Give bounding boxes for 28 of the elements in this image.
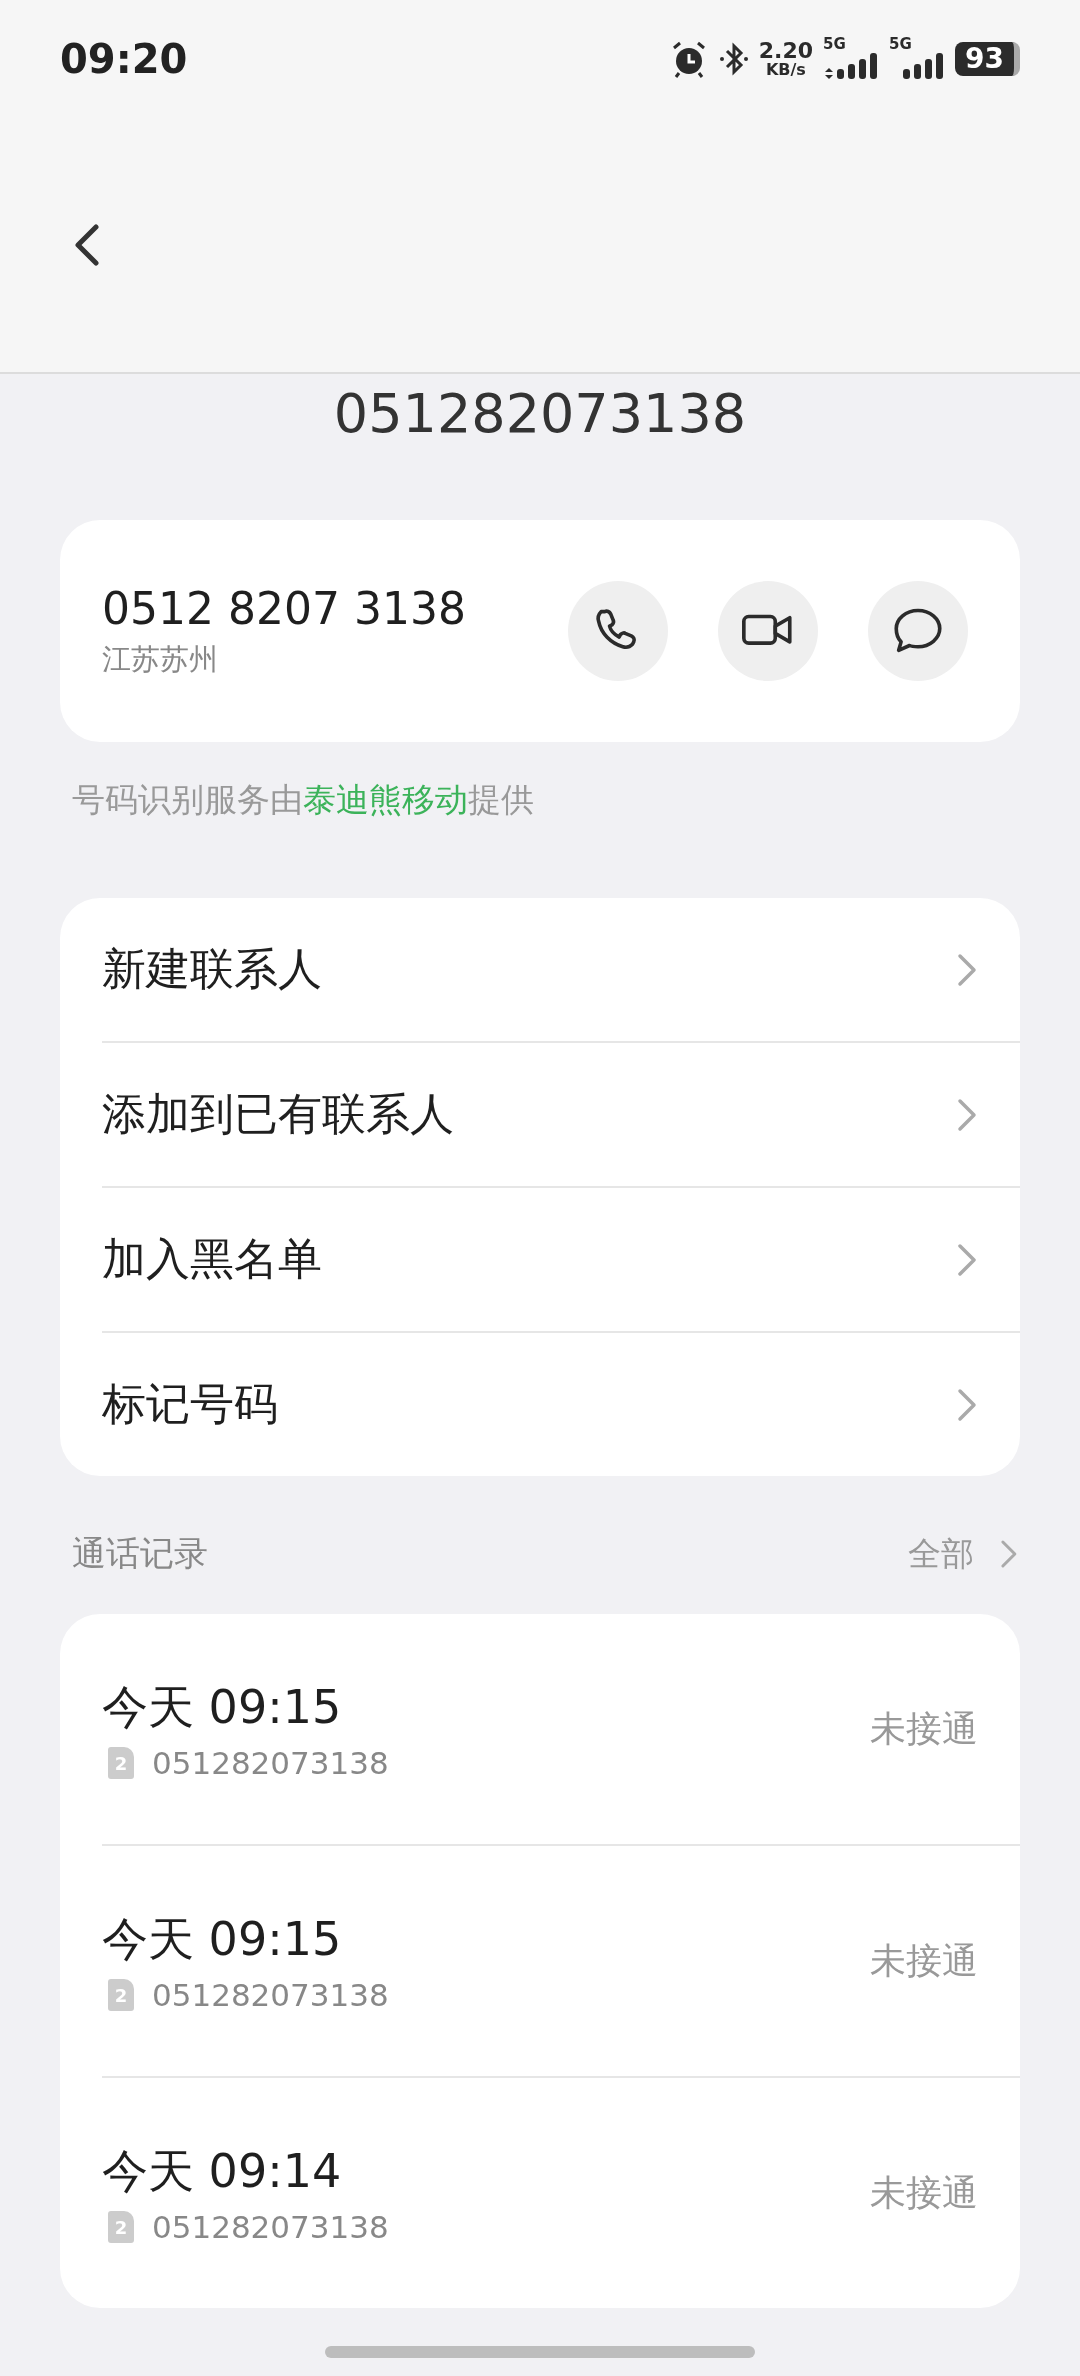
status-time: 09:20 — [60, 36, 188, 82]
call-time: 今天 09:14 — [102, 2143, 343, 2200]
menu-label: 标记号码 — [102, 1377, 278, 1431]
menu-item[interactable]: 标记号码 — [102, 1331, 1020, 1476]
attribution-text: 号码识别服务由泰迪熊移动提供 — [72, 779, 534, 821]
menu-item[interactable]: 加入黑名单 — [102, 1186, 1020, 1331]
call-status: 未接通 — [870, 2170, 978, 2215]
contact-title: 051282073138 — [332, 382, 748, 447]
call-number: 051282073138 — [152, 1977, 389, 2013]
call-time: 今天 09:15 — [102, 1679, 343, 1736]
network-type: 5G — [889, 37, 913, 52]
phone-number: 0512 8207 3138 — [102, 582, 466, 634]
menu-label: 添加到已有联系人 — [102, 1087, 454, 1141]
call-status: 未接通 — [870, 1938, 978, 1983]
network-type: 5G — [823, 37, 847, 52]
menu-item[interactable]: 新建联系人 — [102, 898, 1020, 1041]
section-title: 通话记录 — [72, 1532, 208, 1575]
call-number: 051282073138 — [152, 2209, 389, 2245]
call-status: 未接通 — [870, 1706, 978, 1751]
call-time: 今天 09:15 — [102, 1911, 343, 1968]
call-number: 051282073138 — [152, 1745, 389, 1781]
menu-item[interactable]: 添加到已有联系人 — [102, 1041, 1020, 1186]
speed-unit: KB/s — [765, 62, 806, 78]
menu-label: 新建联系人 — [102, 942, 322, 996]
number-location: 江苏苏州 — [102, 640, 219, 678]
menu-label: 加入黑名单 — [102, 1232, 322, 1286]
network-speed: 2.20 — [758, 40, 814, 62]
battery-indicator: 93 — [955, 42, 1020, 76]
